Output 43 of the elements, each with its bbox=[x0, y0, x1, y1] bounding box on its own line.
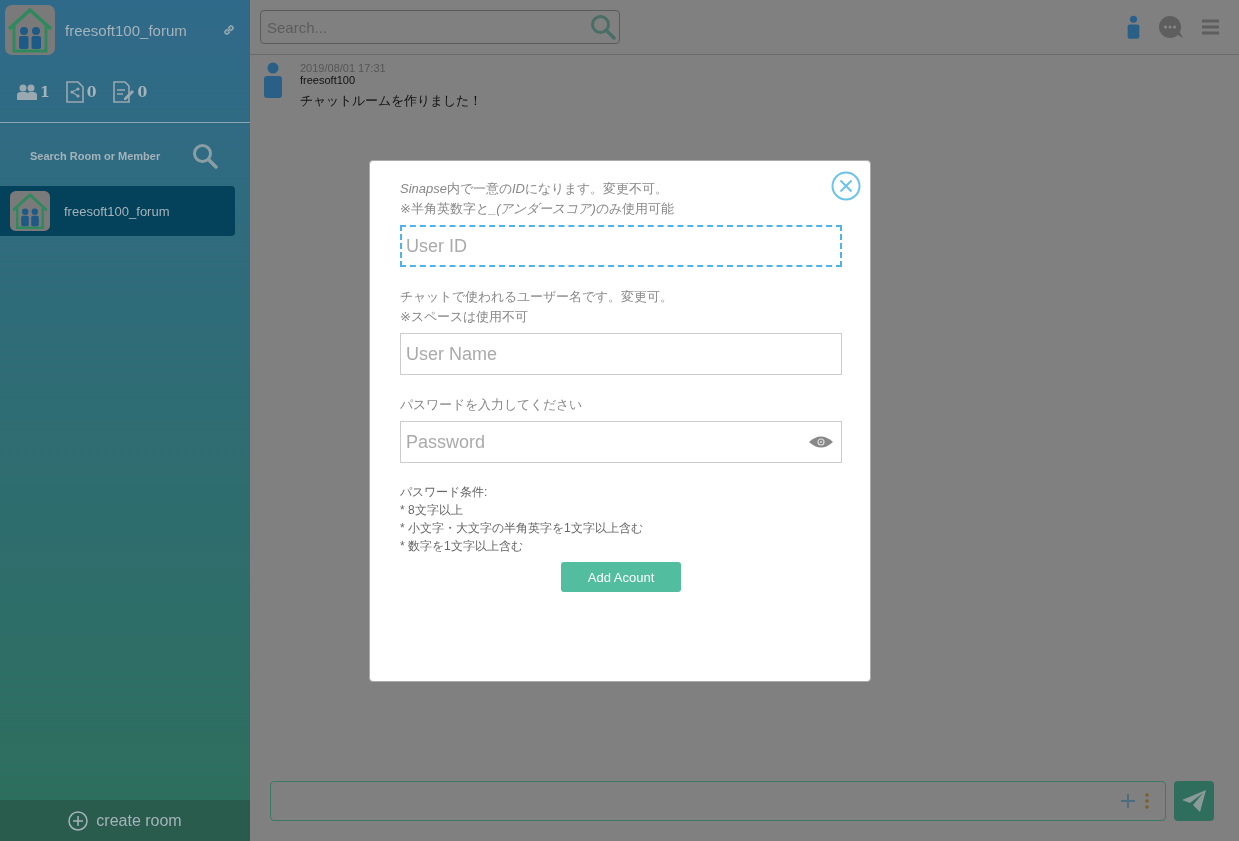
chat-bubble-icon[interactable] bbox=[1158, 15, 1184, 39]
user-icon[interactable] bbox=[1127, 15, 1140, 39]
house-logo-icon bbox=[5, 5, 55, 55]
message-author: freesoft100 bbox=[300, 74, 357, 86]
paper-plane-icon bbox=[1181, 789, 1207, 813]
plus-icon[interactable] bbox=[1121, 794, 1135, 808]
field-hint: ※半角英数字と_(アンダースコア)のみ使用可能 bbox=[400, 200, 675, 218]
field-hint: チャットで使われるユーザー名です。変更可。 bbox=[400, 288, 674, 306]
add-account-button[interactable]: Add Acount bbox=[561, 562, 681, 592]
password-condition: * 数字を1文字以上含む bbox=[400, 538, 524, 555]
field-hint: Sinapse内で一意のIDになります。変更不可。 bbox=[400, 180, 669, 198]
text-field[interactable]: User ID bbox=[400, 225, 842, 267]
room-title: freesoft100_forum bbox=[65, 21, 188, 39]
close-button[interactable] bbox=[831, 171, 861, 201]
create-room-button[interactable]: create room bbox=[0, 800, 250, 841]
search-label: Search Room or Member bbox=[30, 150, 161, 162]
plus-circle-icon bbox=[68, 810, 89, 831]
message-text: チャットルームを作りました！ bbox=[300, 92, 482, 110]
stat-count: 1 bbox=[40, 83, 50, 100]
room-list-item[interactable]: freesoft100_forum bbox=[0, 186, 235, 236]
password-condition: パスワード条件: bbox=[400, 484, 489, 501]
file-share-icon bbox=[65, 80, 84, 103]
user-avatar-icon bbox=[263, 62, 283, 98]
message-input-field[interactable] bbox=[270, 781, 1166, 821]
people-icon bbox=[17, 83, 37, 100]
eye-icon[interactable] bbox=[809, 435, 833, 449]
field-hint: パスワードを入力してください bbox=[400, 396, 583, 414]
password-condition: * 8文字以上 bbox=[400, 502, 464, 519]
send-button[interactable] bbox=[1174, 781, 1214, 821]
more-options-icon[interactable] bbox=[1145, 793, 1149, 809]
search-icon[interactable] bbox=[192, 143, 218, 169]
password-condition: * 小文字・大文字の半角英字を1文字以上含む bbox=[400, 520, 644, 537]
search-icon[interactable] bbox=[590, 14, 616, 40]
stat-count: 0 bbox=[137, 83, 148, 100]
close-icon bbox=[831, 171, 861, 201]
text-field[interactable]: User Name bbox=[400, 333, 842, 375]
field-hint: ※スペースは使用不可 bbox=[400, 308, 529, 326]
house-logo-icon bbox=[10, 191, 50, 231]
link-icon[interactable] bbox=[222, 23, 236, 37]
file-edit-icon bbox=[112, 80, 135, 103]
password-field[interactable]: Password bbox=[400, 421, 842, 463]
menu-icon[interactable] bbox=[1202, 19, 1219, 35]
stat-count: 0 bbox=[86, 83, 97, 100]
